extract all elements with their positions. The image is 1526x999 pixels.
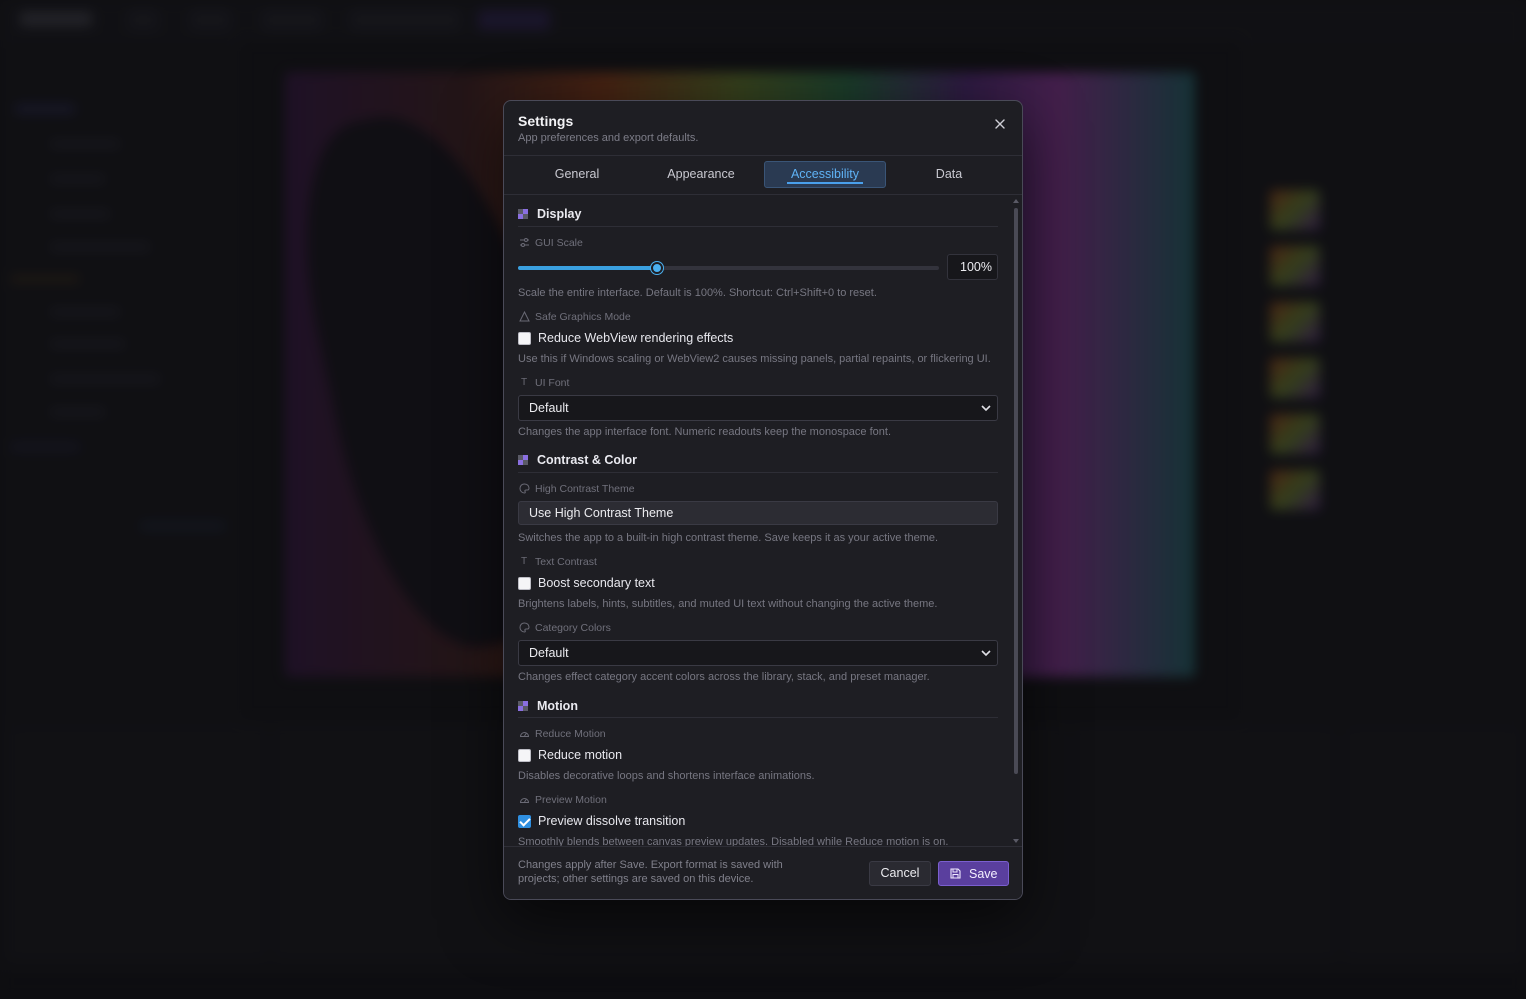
dialog-header: Settings App preferences and export defa… [504, 101, 1022, 156]
close-icon [995, 119, 1005, 129]
sliders-icon [518, 237, 530, 249]
tab-appearance[interactable]: Appearance [640, 161, 762, 188]
section-grid-icon [518, 701, 528, 711]
high-contrast-theme-button-label: Use High Contrast Theme [529, 506, 674, 520]
preview-motion-label-text: Preview Motion [535, 794, 607, 806]
settings-content: Display GUI Scale 100% Scale the entire … [504, 196, 1022, 846]
gui-scale-label: GUI Scale [518, 237, 583, 249]
preview-motion-hint: Smoothly blends between canvas preview u… [518, 836, 949, 846]
preview-motion-label: Preview Motion [518, 794, 607, 806]
ui-font-select-value: Default [529, 401, 569, 415]
tab-data[interactable]: Data [888, 161, 1010, 188]
category-colors-hint: Changes effect category accent colors ac… [518, 671, 930, 683]
boost-secondary-text-label[interactable]: Boost secondary text [538, 576, 655, 590]
save-floppy-icon [950, 868, 961, 879]
gui-scale-label-text: GUI Scale [535, 237, 583, 249]
section-divider [518, 226, 998, 227]
text-contrast-label-text: Text Contrast [535, 556, 597, 568]
section-motion-title: Motion [537, 699, 578, 713]
section-grid-icon [518, 455, 528, 465]
safe-graphics-label: Safe Graphics Mode [518, 310, 631, 323]
dialog-footer: Changes apply after Save. Export format … [504, 846, 1022, 899]
text-contrast-label: T Text Contrast [518, 556, 597, 568]
text-type-icon: T [520, 556, 528, 567]
boost-secondary-text-checkbox[interactable] [518, 577, 531, 590]
category-colors-select[interactable]: Default [518, 640, 998, 666]
reduce-motion-checkbox-label[interactable]: Reduce motion [538, 748, 622, 762]
high-contrast-theme-button[interactable]: Use High Contrast Theme [518, 501, 998, 525]
dialog-title: Settings [518, 113, 574, 129]
preview-dissolve-checkbox-label[interactable]: Preview dissolve transition [538, 814, 685, 828]
high-contrast-label: High Contrast Theme [518, 483, 635, 495]
section-divider [518, 717, 998, 718]
dialog-subtitle: App preferences and export defaults. [518, 132, 699, 144]
close-button[interactable] [992, 116, 1008, 132]
section-contrast-title: Contrast & Color [537, 453, 637, 467]
section-contrast-color: Contrast & Color [518, 453, 637, 467]
palette-icon [518, 622, 530, 634]
preview-dissolve-checkbox[interactable] [518, 815, 531, 828]
reduce-motion-label-text: Reduce Motion [535, 728, 606, 740]
category-colors-select-value: Default [529, 646, 569, 660]
reduce-motion-label: Reduce Motion [518, 728, 606, 740]
cancel-button[interactable]: Cancel [869, 861, 931, 886]
gui-scale-slider-handle[interactable] [650, 262, 663, 274]
high-contrast-label-text: High Contrast Theme [535, 483, 635, 495]
gui-scale-slider[interactable] [518, 262, 939, 274]
section-display-title: Display [537, 207, 582, 221]
save-button[interactable]: Save [938, 861, 1009, 886]
section-display: Display [518, 207, 581, 221]
safe-graphics-checkbox-label[interactable]: Reduce WebView rendering effects [538, 331, 733, 345]
chevron-down-icon [981, 650, 991, 657]
ui-font-label-text: UI Font [535, 377, 570, 389]
gauge-icon [518, 728, 530, 740]
save-button-label: Save [969, 867, 998, 881]
text-contrast-hint: Brightens labels, hints, subtitles, and … [518, 598, 938, 610]
gauge-icon [518, 794, 530, 806]
category-colors-label: Category Colors [518, 622, 611, 634]
tab-general[interactable]: General [516, 161, 638, 188]
high-contrast-hint: Switches the app to a built-in high cont… [518, 532, 939, 544]
settings-dialog: Settings App preferences and export defa… [503, 100, 1023, 900]
section-motion: Motion [518, 699, 578, 713]
safe-graphics-label-text: Safe Graphics Mode [535, 311, 631, 323]
gui-scale-value[interactable]: 100% [947, 254, 998, 280]
reduce-motion-checkbox[interactable] [518, 749, 531, 762]
section-grid-icon [518, 209, 528, 219]
settings-tabs: General Appearance Accessibility Data [504, 157, 1022, 195]
warning-triangle-icon [518, 310, 530, 323]
section-divider [518, 472, 998, 473]
category-colors-label-text: Category Colors [535, 622, 611, 634]
text-type-icon: T [520, 377, 528, 388]
footer-note: Changes apply after Save. Export format … [518, 859, 783, 885]
safe-graphics-hint: Use this if Windows scaling or WebView2 … [518, 353, 991, 365]
chevron-down-icon [981, 405, 991, 412]
safe-graphics-checkbox[interactable] [518, 332, 531, 345]
palette-icon [518, 483, 530, 495]
gui-scale-slider-fill [518, 266, 657, 270]
ui-font-select[interactable]: Default [518, 395, 998, 421]
gui-scale-hint: Scale the entire interface. Default is 1… [518, 287, 877, 299]
tab-accessibility[interactable]: Accessibility [764, 161, 886, 188]
reduce-motion-hint: Disables decorative loops and shortens i… [518, 770, 815, 782]
ui-font-hint: Changes the app interface font. Numeric … [518, 426, 892, 438]
ui-font-label: T UI Font [518, 377, 570, 389]
